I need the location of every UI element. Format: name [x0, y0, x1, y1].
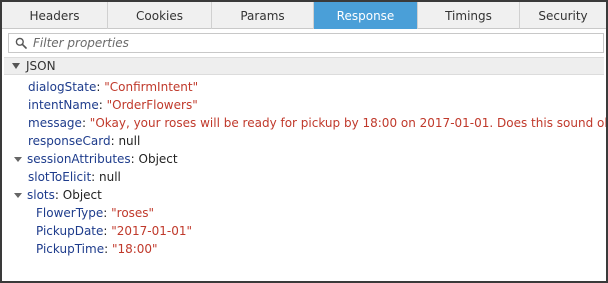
tree-row-message[interactable]: message: "Okay, your roses will be ready… — [2, 114, 606, 132]
collapse-triangle-icon — [12, 63, 20, 69]
tree-row-flowertype[interactable]: FlowerType: "roses" — [2, 204, 606, 222]
tree-row-intentname[interactable]: intentName: "OrderFlowers" — [2, 96, 606, 114]
tree-row-responsecard[interactable]: responseCard: null — [2, 132, 606, 150]
tree-key: slotToElicit — [28, 170, 92, 184]
tab-headers[interactable]: Headers — [2, 2, 108, 29]
tree-key: PickupDate — [36, 224, 104, 238]
tree-value: "roses" — [111, 206, 155, 220]
tree-key: intentName — [28, 98, 99, 112]
tree-value: "2017-01-01" — [111, 224, 193, 238]
tree-value: Object — [138, 152, 178, 166]
tree-value: null — [99, 170, 121, 184]
filter-input[interactable] — [33, 36, 573, 50]
tree-row-slottoelicit[interactable]: slotToElicit: null — [2, 168, 606, 186]
json-section-label: JSON — [26, 59, 56, 73]
tree-value: "ConfirmIntent" — [104, 80, 199, 94]
expand-triangle-icon[interactable] — [14, 192, 22, 198]
tree-row-sessionattributes[interactable]: sessionAttributes: Object — [2, 150, 606, 168]
tree-key: dialogState — [28, 80, 97, 94]
tab-cookies[interactable]: Cookies — [108, 2, 212, 29]
tree-row-dialogstate[interactable]: dialogState: "ConfirmIntent" — [2, 78, 606, 96]
tree-value: "OrderFlowers" — [106, 98, 198, 112]
tab-security[interactable]: Security — [520, 2, 606, 29]
tree-row-pickuptime[interactable]: PickupTime: "18:00" — [2, 240, 606, 258]
response-panel: Headers Cookies Params Response Timings … — [0, 0, 608, 283]
json-tree: dialogState: "ConfirmIntent" intentName:… — [2, 78, 606, 258]
tree-key: FlowerType — [36, 206, 104, 220]
tab-response[interactable]: Response — [314, 2, 418, 29]
expand-triangle-icon[interactable] — [14, 156, 22, 162]
tree-key: sessionAttributes — [27, 152, 131, 166]
search-icon — [15, 37, 27, 49]
tree-row-slots[interactable]: slots: Object — [2, 186, 606, 204]
tree-row-pickupdate[interactable]: PickupDate: "2017-01-01" — [2, 222, 606, 240]
tree-value: "18:00" — [111, 242, 158, 256]
tree-key: PickupTime — [36, 242, 105, 256]
tab-bar: Headers Cookies Params Response Timings … — [2, 2, 606, 29]
tree-value: Object — [62, 188, 102, 202]
json-section-header[interactable]: JSON — [4, 57, 604, 75]
tree-value: "Okay, your roses will be ready for pick… — [89, 116, 608, 130]
tree-key: message — [28, 116, 82, 130]
tree-value: null — [118, 134, 141, 148]
tab-timings[interactable]: Timings — [418, 2, 520, 29]
tree-key: responseCard — [28, 134, 111, 148]
tab-params[interactable]: Params — [212, 2, 314, 29]
tree-key: slots — [27, 188, 55, 202]
filter-box[interactable] — [8, 33, 604, 53]
